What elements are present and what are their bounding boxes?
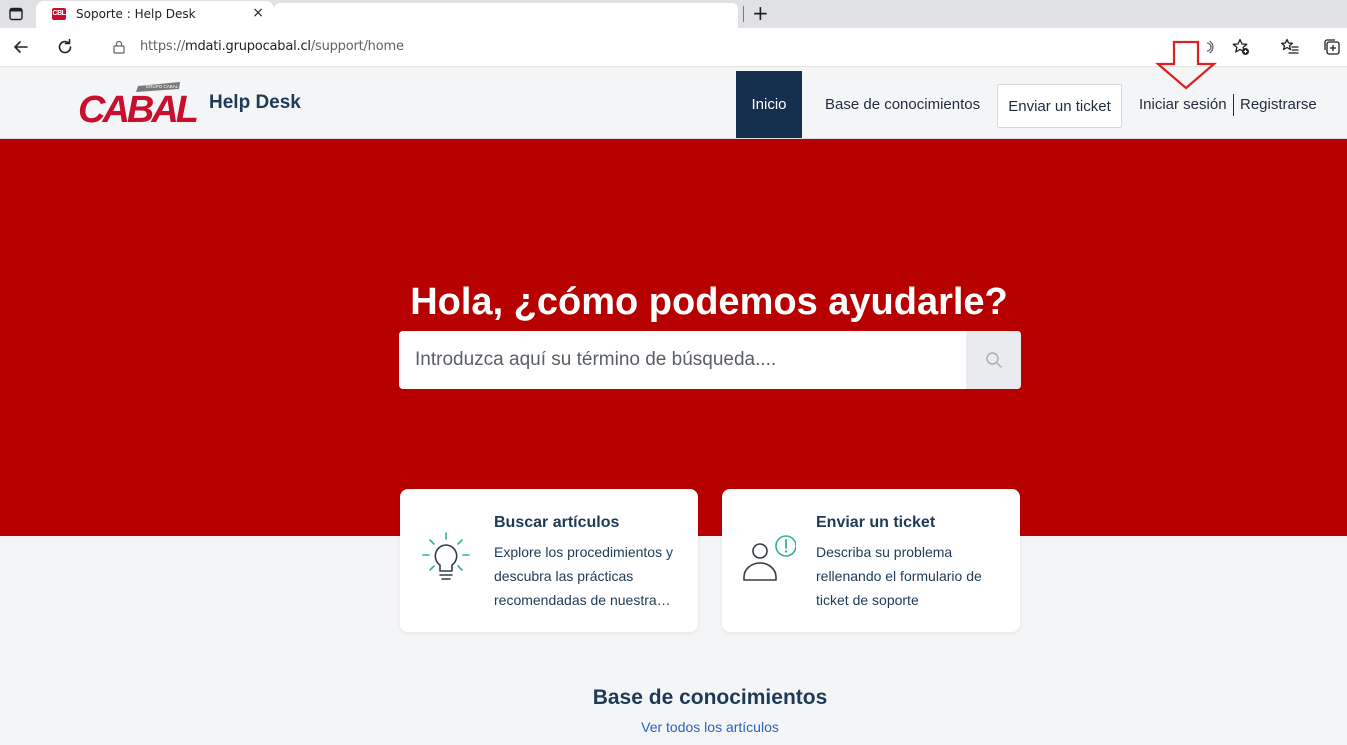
lightbulb-icon [422,532,470,580]
favorite-add-icon[interactable] [1231,37,1251,57]
hero-banner: Hola, ¿cómo podemos ayudarle? [0,139,1347,536]
search-button[interactable] [966,331,1021,389]
view-all-articles-link[interactable]: Ver todos los artículos [0,719,1347,735]
user-alert-icon [743,535,796,581]
refresh-icon[interactable] [55,37,75,57]
browser-tab-blank[interactable] [274,3,738,28]
url-domain: mdati.grupocabal.cl [185,39,311,54]
card-title: Enviar un ticket [816,514,936,531]
register-link[interactable]: Registrarse [1240,96,1317,113]
card-title: Buscar artículos [494,514,620,531]
new-tab-icon[interactable]: + [752,1,769,25]
card-search-articles[interactable]: Buscar artículos Explore los procedimien… [400,489,698,632]
browser-tabstrip: CBL Soporte : Help Desk × + [0,0,1347,28]
tab-separator [743,6,744,22]
card-description: Explore los procedimientos y descubra la… [494,544,673,608]
hero-title: Hola, ¿cómo podemos ayudarle? [410,281,1008,323]
url-path: /support/home [310,39,404,54]
cabal-logo[interactable]: GRUPO CABAL CABAL [76,80,200,126]
search-icon [985,352,1002,368]
annotation-arrow-down-icon [1155,40,1217,90]
submit-ticket-button[interactable]: Enviar un ticket [997,84,1122,128]
search-input[interactable] [399,331,965,389]
url-prefix: https:// [140,39,185,54]
url-text[interactable]: https://mdati.grupocabal.cl/support/home [140,39,404,54]
tab-close-icon[interactable]: × [252,5,264,21]
card-description: Describa su problema rellenando el formu… [816,544,982,608]
tab-favicon-icon: CBL [52,8,66,20]
nav-home-link[interactable]: Inicio [736,71,802,138]
nav-home-label: Inicio [751,96,787,113]
svg-text:CABAL: CABAL [78,89,197,126]
favorites-icon[interactable] [1280,37,1300,57]
search-box [399,331,1021,389]
card-submit-ticket[interactable]: Enviar un ticket Describa su problema re… [722,489,1020,632]
collections-icon[interactable] [1322,37,1342,57]
browser-toolbar: https://mdati.grupocabal.cl/support/home [0,28,1347,67]
lock-icon[interactable] [112,40,126,54]
brand-title[interactable]: Help Desk [209,92,301,114]
login-link[interactable]: Iniciar sesión [1139,96,1227,113]
nav-divider [1233,94,1234,116]
submit-ticket-label: Enviar un ticket [1008,97,1111,115]
back-icon[interactable] [11,37,31,57]
knowledge-base-heading: Base de conocimientos [592,686,828,709]
tab-actions-icon[interactable] [8,6,24,22]
site-header: GRUPO CABAL CABAL Help Desk Inicio Base … [0,67,1347,139]
address-bar[interactable]: https://mdati.grupocabal.cl/support/home [92,32,1252,62]
tab-title: Soporte : Help Desk [76,7,196,21]
browser-tab-active[interactable]: CBL Soporte : Help Desk × [36,1,274,28]
nav-knowledge-base-link[interactable]: Base de conocimientos [825,96,980,113]
